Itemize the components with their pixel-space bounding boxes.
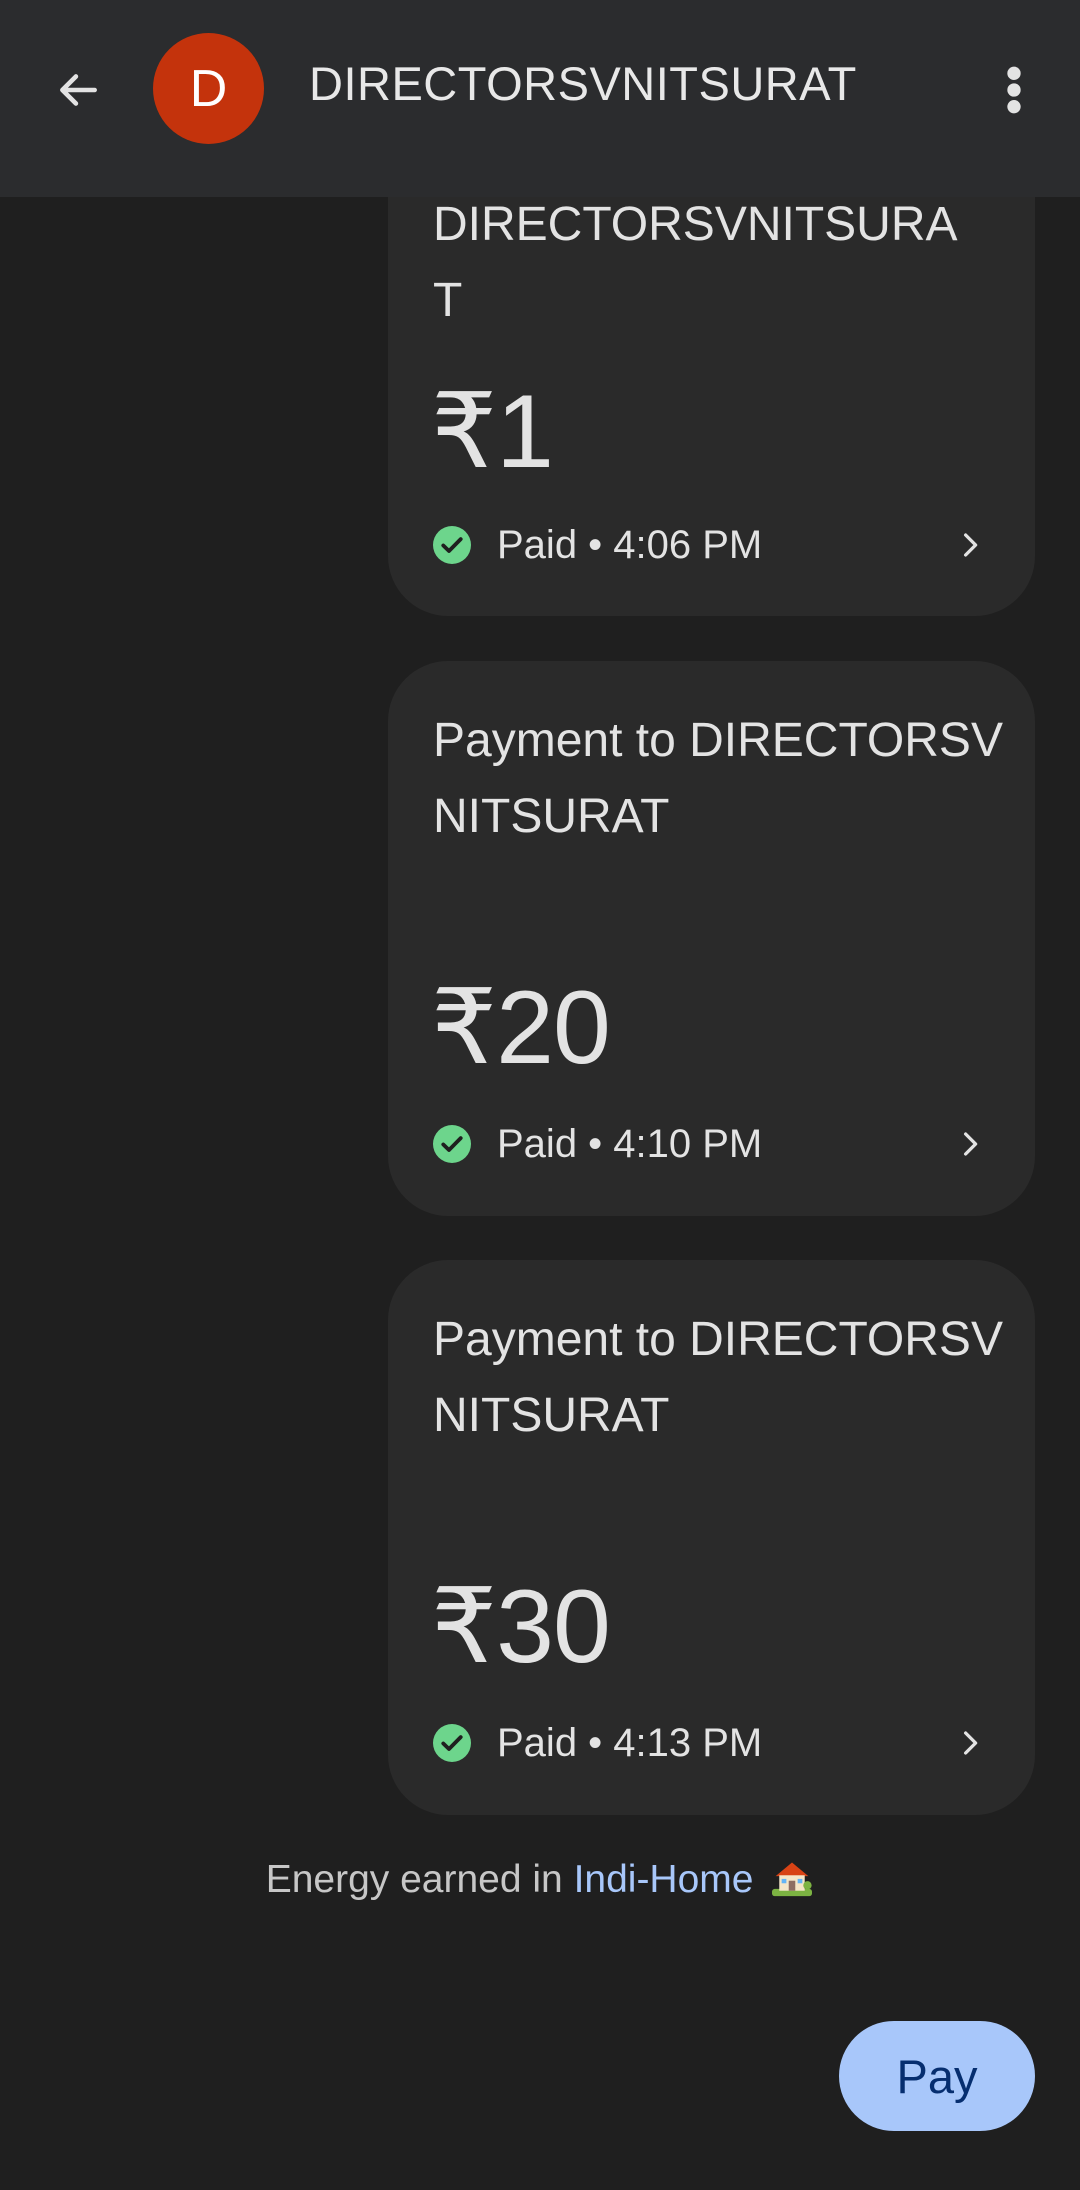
page-title[interactable]: DIRECTORSVNITSURAT	[309, 56, 857, 111]
payment-status-3: Paid • 4:13 PM	[497, 1720, 763, 1765]
top-app-bar: D DIRECTORSVNITSURAT	[0, 0, 1080, 197]
avatar[interactable]: D	[153, 33, 264, 144]
payment-card-2[interactable]: Payment to DIRECTORSVNITSURAT ₹20 Paid •…	[388, 661, 1035, 1216]
check-circle-icon	[433, 1724, 471, 1762]
check-circle-icon	[433, 526, 471, 564]
chevron-right-icon[interactable]	[945, 1718, 995, 1768]
energy-prefix: Energy earned in	[265, 1858, 574, 1901]
house-icon	[772, 1862, 813, 1897]
payment-status-1: Paid • 4:06 PM	[497, 522, 763, 567]
back-button[interactable]	[38, 50, 118, 130]
pay-button[interactable]: Pay	[839, 2021, 1035, 2131]
payment-status-row-2: Paid • 4:10 PM	[433, 1119, 993, 1169]
chat-screen: DIRECTORSVNITSURA T ₹1 Paid • 4:06 PM Pa…	[0, 0, 1080, 2190]
payment-status-row-3: Paid • 4:13 PM	[433, 1718, 993, 1768]
payment-title-3: Payment to DIRECTORSVNITSURAT	[433, 1313, 1003, 1442]
payment-amount-3: ₹30	[431, 1569, 611, 1685]
payment-card-3[interactable]: Payment to DIRECTORSVNITSURAT ₹30 Paid •…	[388, 1260, 1035, 1815]
payment-title-1: DIRECTORSVNITSURA T	[433, 198, 958, 327]
more-vert-icon	[1007, 66, 1021, 114]
payment-status-2: Paid • 4:10 PM	[497, 1121, 763, 1166]
payment-status-row-1: Paid • 4:06 PM	[433, 520, 993, 570]
energy-earned-text: Energy earned in Indi-Home	[0, 1858, 1080, 1902]
more-options-button[interactable]	[990, 50, 1038, 130]
chevron-right-icon[interactable]	[945, 1119, 995, 1169]
payment-title-2: Payment to DIRECTORSVNITSURAT	[433, 714, 1003, 843]
arrow-back-icon	[60, 74, 97, 106]
payment-amount-2: ₹20	[431, 970, 611, 1086]
check-circle-icon	[433, 1125, 471, 1163]
payment-amount-1: ₹1	[431, 374, 554, 490]
indi-home-link[interactable]: Indi-Home	[574, 1858, 754, 1901]
chevron-right-icon[interactable]	[945, 520, 995, 570]
